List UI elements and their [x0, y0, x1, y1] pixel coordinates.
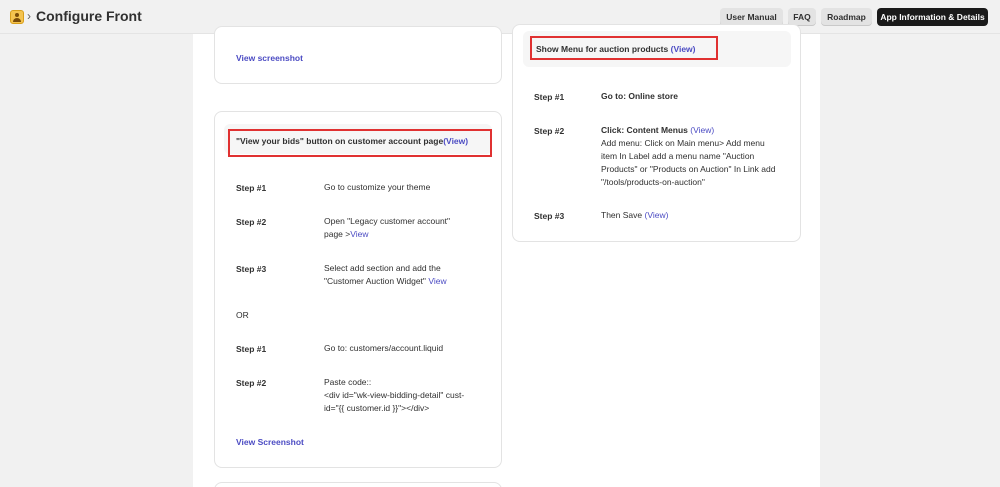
- step-text: Open "Legacy customer account" page >Vie…: [324, 216, 451, 239]
- step-text: Paste code:: <div id="wk-view-bidding-det…: [324, 377, 465, 413]
- next-card: [214, 482, 502, 487]
- step-label: Step #3: [236, 264, 267, 274]
- step-text: Select add section and add the "Customer…: [324, 263, 447, 286]
- card-heading: "View your bids" button on customer acco…: [236, 136, 469, 146]
- view-link[interactable]: (View): [690, 125, 714, 135]
- view-bids-card: "View your bids" button on customer acco…: [214, 111, 502, 468]
- or-separator: OR: [236, 310, 249, 320]
- step-text: Go to: Online store: [601, 91, 678, 101]
- heading-view-link[interactable]: (View): [443, 136, 468, 146]
- step-label: Step #1: [236, 344, 267, 354]
- screenshot-card: View screenshot: [214, 26, 502, 84]
- step-label: Step #3: [534, 211, 565, 221]
- view-link[interactable]: (View): [645, 210, 669, 220]
- show-menu-card: Show Menu for auction products (View) St…: [512, 24, 801, 242]
- view-link[interactable]: View: [350, 229, 368, 239]
- step-label: Step #2: [236, 378, 267, 388]
- app-information-button[interactable]: App Information & Details: [877, 8, 988, 26]
- step-label: Step #1: [236, 183, 267, 193]
- step-text: Go to customize your theme: [324, 182, 431, 192]
- roadmap-button[interactable]: Roadmap: [821, 8, 872, 26]
- view-link[interactable]: View: [428, 276, 446, 286]
- app-icon: [10, 10, 24, 24]
- code-snippet: <div id="wk-view-bidding-detail" cust-id…: [324, 390, 465, 413]
- view-screenshot-link[interactable]: View screenshot: [236, 53, 303, 63]
- card-heading: Show Menu for auction products (View): [536, 44, 696, 54]
- step-text: Click: Content Menus (View) Add menu: Cli…: [601, 125, 776, 187]
- step-label: Step #2: [236, 217, 267, 227]
- step-text: Then Save (View): [601, 210, 669, 220]
- step-text: Go to: customers/account.liquid: [324, 343, 444, 353]
- view-screenshot-link[interactable]: View Screenshot: [236, 437, 304, 447]
- breadcrumb-separator-icon: ›: [27, 9, 31, 23]
- step-label: Step #1: [534, 92, 565, 102]
- step-label: Step #2: [534, 126, 565, 136]
- page-title: Configure Front: [36, 8, 142, 24]
- heading-view-link[interactable]: (View): [671, 44, 696, 54]
